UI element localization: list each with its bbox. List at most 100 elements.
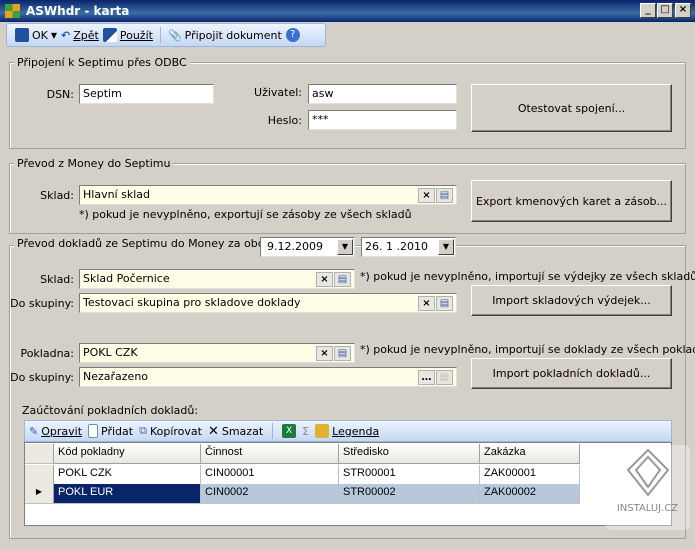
clear-button[interactable]: × [418,188,435,203]
column-header[interactable]: Kód pokladny [54,444,201,464]
back-button[interactable]: ↶ Zpět [61,29,99,42]
undo-icon: ↶ [61,28,71,42]
attach-label: Připojit dokument [184,28,282,42]
browse-button[interactable]: ▤ [334,346,351,361]
row-indicator [25,465,54,485]
excel-button[interactable]: X [282,424,297,438]
sum-icon: Σ [302,424,310,438]
import-group-title: Převod dokladů ze Septimu do Money za ob… [14,237,290,250]
maximize-button[interactable]: □ [657,3,673,18]
column-header[interactable]: Středisko [339,444,480,464]
export-sklad-value: Hlavní sklad [83,188,150,201]
export-note: *) pokud je nevyplněno, exportují se zás… [79,208,412,221]
table-cell[interactable]: STR00001 [339,465,480,485]
app-icon [5,4,20,18]
import-stock-button[interactable]: Import skladových výdejek... [471,285,672,316]
import-sklad-note: *) pokud je nevyplněno, importují se výd… [360,270,695,283]
ok-button[interactable]: OK ▼ [15,28,57,42]
table-cell[interactable]: ZAK00001 [480,465,580,485]
import-sklad-label: Sklad: [40,273,74,286]
dsn-input[interactable]: Septim [79,84,214,104]
sklad-group-input[interactable]: Testovaci skupina pro skladove doklady ×… [79,293,457,313]
column-header[interactable]: Činnost [201,444,339,464]
import-stock-label: Import skladových výdejek... [492,294,651,307]
pokladna-label: Pokladna: [20,347,74,360]
attach-document-button[interactable]: 📎 Připojit dokument [168,29,282,42]
browse-button: ▤ [436,370,453,385]
date-to-picker[interactable]: 26. 1 .2010 ▼ [361,237,456,257]
chevron-down-icon[interactable]: ▼ [438,239,454,255]
date-from-picker[interactable]: 9.12.2009 ▼ [260,237,355,257]
pokladna-note: *) pokud je nevyplněno, importují se dok… [360,343,695,356]
paperclip-icon: 📎 [167,28,182,42]
import-sklad-input[interactable]: Sklad Počernice × ▤ [79,269,355,289]
table-row-selected[interactable]: ▶ POKL EUR CIN0002 STR00002 ZAK00002 [25,484,580,504]
save-icon [15,28,29,42]
date-to-value: 26. 1 .2010 [365,240,428,253]
posting-label: Zaúčtování pokladních dokladů: [22,404,199,417]
copy-icon: ⧉ [139,424,147,437]
apply-button[interactable]: Použít [102,28,153,42]
browse-button[interactable]: ▤ [436,296,453,311]
table-cell[interactable]: CIN00001 [201,465,339,485]
user-input[interactable]: asw [308,84,457,104]
legend-icon [315,424,330,438]
password-label: Heslo: [267,114,302,127]
watermark-logo-icon [626,448,669,497]
copy-label: Kopírovat [149,424,202,438]
pokladna-group-label: Do skupiny: [10,371,74,384]
import-cash-button[interactable]: Import pokladních dokladů... [471,358,672,389]
more-button[interactable]: … [418,370,435,385]
table-cell[interactable]: POKL EUR [54,484,201,504]
legend-button[interactable]: Legenda [315,424,379,438]
chevron-down-icon[interactable]: ▼ [51,31,57,40]
table-row[interactable]: POKL CZK CIN00001 STR00001 ZAK00001 [25,465,580,485]
toolbar: OK ▼ ↶ Zpět Použít 📎 Připojit dokument ? [6,23,326,47]
test-connection-button[interactable]: Otestovat spojení... [471,84,672,132]
export-group-title: Převod z Money do Septimu [14,157,174,170]
sklad-group-label: Do skupiny: [10,297,74,310]
watermark: INSTALUJ.CZ [605,445,690,530]
table-cell[interactable]: ZAK00002 [480,484,580,504]
pokladna-input[interactable]: POKL CZK × ▤ [79,343,355,363]
separator [159,27,161,43]
edit-icon: ✎ [29,424,39,438]
grid-toolbar: ✎ Opravit Přidat ⧉ Kopírovat ✕ Smazat X Σ L… [24,420,672,442]
title-bar: ASWhdr - karta _ □ × [0,0,695,22]
clear-button[interactable]: × [316,346,333,361]
row-indicator-header [25,444,54,464]
user-label: Uživatel: [254,86,302,99]
add-label: Přidat [101,424,134,438]
copy-button[interactable]: ⧉ Kopírovat [139,424,202,438]
pokladna-group-input[interactable]: Nezařazeno … ▤ [79,367,457,387]
export-sklad-input[interactable]: Hlavní sklad × ▤ [79,185,457,205]
column-header[interactable]: Zakázka [480,444,580,464]
back-label: Zpět [73,28,99,42]
clear-button[interactable]: × [316,272,333,287]
delete-button[interactable]: ✕ Smazat [208,424,263,439]
odbc-group-title: Připojení k Septimu přes ODBC [14,56,190,69]
table-cell[interactable]: POKL CZK [54,465,201,485]
sum-button[interactable]: Σ [302,425,309,438]
import-cash-label: Import pokladních dokladů... [492,367,651,380]
add-button[interactable]: Přidat [88,424,133,438]
dsn-label: DSN: [46,88,74,101]
edit-label: Opravit [41,424,83,438]
clear-button[interactable]: × [418,296,435,311]
close-button[interactable]: × [675,3,691,18]
watermark-text: INSTALUJ.CZ [616,503,679,514]
new-document-icon [88,424,99,438]
edit-button[interactable]: ✎ Opravit [29,425,82,438]
export-sklad-label: Sklad: [40,189,74,202]
browse-button[interactable]: ▤ [436,188,453,203]
table-cell[interactable]: STR00002 [339,484,480,504]
table-cell[interactable]: CIN0002 [201,484,339,504]
minimize-button[interactable]: _ [640,3,656,18]
browse-button[interactable]: ▤ [334,272,351,287]
help-button[interactable]: ? [285,28,300,42]
current-row-arrow-icon: ▶ [25,484,54,504]
export-button[interactable]: Export kmenových karet a zásob... [471,180,672,222]
chevron-down-icon[interactable]: ▼ [337,239,353,255]
test-connection-label: Otestovat spojení... [517,101,626,115]
password-input[interactable]: *** [308,110,457,130]
